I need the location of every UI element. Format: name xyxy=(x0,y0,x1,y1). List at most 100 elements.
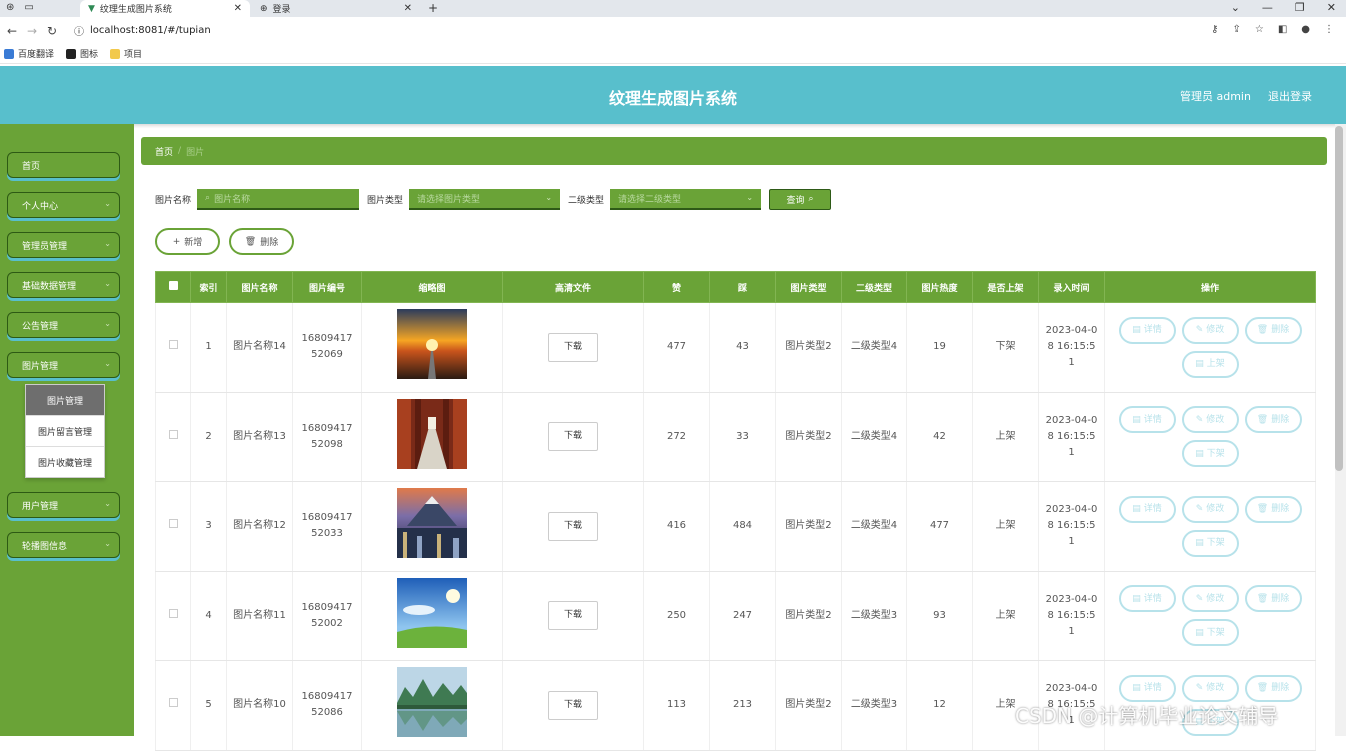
op-label: 删除 xyxy=(1271,325,1290,336)
chevron-down-icon[interactable]: ⌄ xyxy=(1231,1,1240,14)
new-tab-icon[interactable]: + xyxy=(428,1,438,15)
download-button[interactable]: 下载 xyxy=(548,690,598,720)
delete-button[interactable]: 🗑︎ 删除 xyxy=(1244,406,1302,434)
sidebar-item-carousel[interactable]: 轮播图信息 ⌄ xyxy=(7,532,120,558)
cell-code: 1680941752002 xyxy=(292,571,362,661)
info-icon[interactable]: ⓘ xyxy=(74,23,84,38)
breadcrumb-home[interactable]: 首页 xyxy=(155,145,173,158)
thumbnail-karst-river xyxy=(397,667,467,738)
delete-button[interactable]: 🗑︎ 删除 xyxy=(1244,495,1302,523)
column-header: 踩 xyxy=(709,271,776,303)
tab-title: 登录 xyxy=(272,5,291,15)
star-icon[interactable]: ☆ xyxy=(1255,24,1264,35)
bookmark-item[interactable]: 图标 xyxy=(66,47,98,60)
download-button[interactable]: 下载 xyxy=(548,332,598,362)
type-label: 图片类型 xyxy=(367,195,404,206)
subtype-select[interactable]: 请选择二级类型 ⌄ xyxy=(610,188,762,210)
close-window-icon[interactable]: ✕ xyxy=(1327,1,1336,14)
bookmark-item[interactable]: 百度翻译 xyxy=(4,47,54,60)
close-tab-icon[interactable]: ✕ xyxy=(234,3,242,14)
close-tab-icon[interactable]: ✕ xyxy=(404,3,412,14)
edit-button[interactable]: ✎ 修改 xyxy=(1181,674,1239,702)
delete-button[interactable]: 🗑︎ 删除 xyxy=(1244,585,1302,613)
row-checkbox[interactable] xyxy=(168,340,178,350)
batch-delete-button[interactable]: 🗑︎ 删除 xyxy=(229,228,294,255)
toggle-shelf-button[interactable]: ▤ 下架 xyxy=(1181,529,1239,557)
op-label: 上架 xyxy=(1206,359,1225,370)
key-icon[interactable]: ⚷ xyxy=(1211,24,1218,35)
edit-button[interactable]: ✎ 修改 xyxy=(1181,406,1239,434)
name-search-input[interactable]: ⌕ 图片名称 xyxy=(197,188,360,210)
op-label: 修改 xyxy=(1206,683,1225,694)
chevron-down-icon: ⌄ xyxy=(104,199,111,208)
select-placeholder: 请选择图片类型 xyxy=(417,194,481,205)
doc-icon: ▤ xyxy=(1132,325,1141,336)
add-button[interactable]: + 新增 xyxy=(155,228,220,255)
row-checkbox[interactable] xyxy=(168,519,178,529)
forward-icon[interactable]: → xyxy=(24,24,40,38)
toggle-shelf-button[interactable]: ▤ 上架 xyxy=(1181,350,1239,378)
submenu-image-comments[interactable]: 图片留言管理 xyxy=(26,416,104,447)
toggle-shelf-button[interactable]: ▤ 下架 xyxy=(1181,619,1239,647)
detail-button[interactable]: ▤ 详情 xyxy=(1118,495,1176,523)
reload-icon[interactable]: ↻ xyxy=(44,24,60,38)
sidebar-item-basedata[interactable]: 基础数据管理 ⌄ xyxy=(7,272,120,298)
detail-button[interactable]: ▤ 详情 xyxy=(1118,406,1176,434)
select-all-checkbox[interactable] xyxy=(168,281,178,290)
cell-heat: 477 xyxy=(906,481,973,572)
url-field[interactable]: ⓘ localhost:8081/#/tupian xyxy=(74,23,211,38)
download-button[interactable]: 下载 xyxy=(548,422,598,452)
folder-dark-icon xyxy=(66,48,77,59)
delete-button[interactable]: 🗑︎ 删除 xyxy=(1244,316,1302,344)
toggle-shelf-button[interactable]: ▤ 下架 xyxy=(1181,440,1239,468)
menu-icon[interactable]: ⋮ xyxy=(1324,24,1334,35)
sidebar-item-personal[interactable]: 个人中心 ⌄ xyxy=(7,192,120,218)
query-button[interactable]: 查询 ⌕ xyxy=(769,188,832,210)
download-button[interactable]: 下载 xyxy=(548,511,598,541)
scrollbar-thumb[interactable] xyxy=(1335,126,1343,471)
row-checkbox[interactable] xyxy=(168,608,178,618)
sidebar-item-users[interactable]: 用户管理 ⌄ xyxy=(7,492,120,518)
detail-button[interactable]: ▤ 详情 xyxy=(1118,316,1176,344)
sidebar-item-images[interactable]: 图片管理 ⌄ xyxy=(7,352,120,378)
chevron-down-icon: ⌄ xyxy=(104,359,111,368)
detail-button[interactable]: ▤ 详情 xyxy=(1118,585,1176,613)
cell-subtype: 二级类型3 xyxy=(841,660,907,751)
op-label: 下架 xyxy=(1206,538,1225,549)
browser-tab-active[interactable]: ▼ 纹理生成图片系统 ✕ xyxy=(80,0,250,17)
row-checkbox[interactable] xyxy=(168,698,178,708)
logout-link[interactable]: 退出登录 xyxy=(1268,88,1312,104)
delete-button[interactable]: 🗑︎ 删除 xyxy=(1244,674,1302,702)
restore-icon[interactable]: ❐ xyxy=(1295,1,1305,14)
app-title: 纹理生成图片系统 xyxy=(608,89,737,108)
sidebar-item-admins[interactable]: 管理员管理 ⌄ xyxy=(7,232,120,258)
back-icon[interactable]: ← xyxy=(4,24,20,38)
share-icon[interactable]: ⇪ xyxy=(1232,24,1240,35)
search-icon: ⌕ xyxy=(808,194,814,204)
edit-button[interactable]: ✎ 修改 xyxy=(1181,585,1239,613)
submenu-image-manage[interactable]: 图片管理 xyxy=(26,385,104,416)
input-placeholder: 图片名称 xyxy=(214,194,251,205)
sidepanel-icon[interactable]: ◧ xyxy=(1278,24,1287,35)
bookmark-item[interactable]: 项目 xyxy=(110,47,142,60)
browser-tab-login[interactable]: ⊕ 登录 ✕ xyxy=(252,0,420,17)
sidebar-item-home[interactable]: 首页 xyxy=(7,152,120,178)
cell-dislike: 43 xyxy=(709,302,776,393)
op-label: 下架 xyxy=(1206,627,1225,638)
submenu-image-favorites[interactable]: 图片收藏管理 xyxy=(26,447,104,478)
minimize-icon[interactable]: — xyxy=(1262,1,1273,14)
download-button[interactable]: 下载 xyxy=(548,601,598,631)
edit-button[interactable]: ✎ 修改 xyxy=(1181,316,1239,344)
query-label: 查询 xyxy=(786,195,805,206)
edit-button[interactable]: ✎ 修改 xyxy=(1181,495,1239,523)
profile-icon[interactable]: ● xyxy=(1301,24,1310,35)
page-scrollbar[interactable] xyxy=(1335,124,1346,736)
column-header: 高清文件 xyxy=(502,271,644,303)
row-checkbox[interactable] xyxy=(168,429,178,439)
cell-like: 416 xyxy=(643,481,710,572)
type-select[interactable]: 请选择图片类型 ⌄ xyxy=(409,188,561,210)
tab-search-icon[interactable]: ▭ xyxy=(24,2,33,13)
detail-button[interactable]: ▤ 详情 xyxy=(1118,674,1176,702)
sidebar-item-notice[interactable]: 公告管理 ⌄ xyxy=(7,312,120,338)
select-all-cell[interactable] xyxy=(155,271,191,303)
